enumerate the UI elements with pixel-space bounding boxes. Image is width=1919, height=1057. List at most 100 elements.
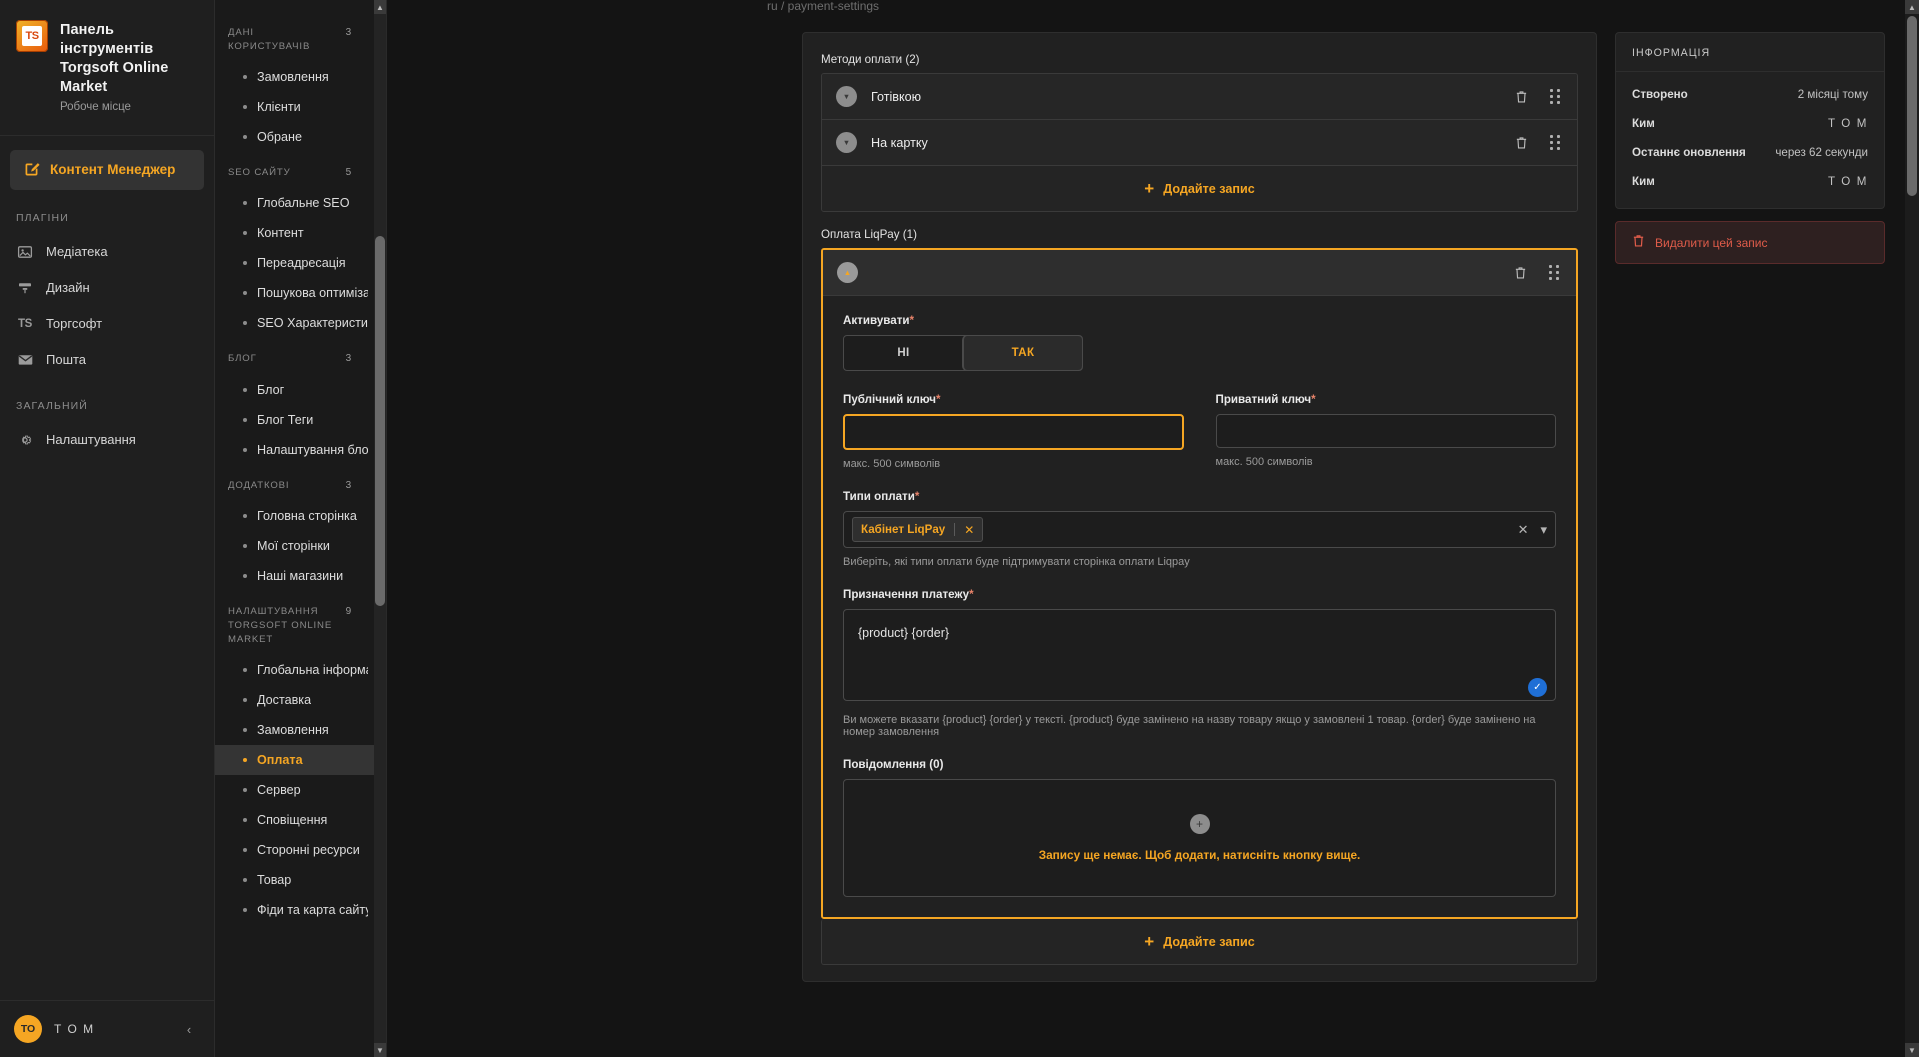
sidebar-item-design[interactable]: Дизайн — [0, 270, 214, 306]
chevron-down-icon[interactable]: ▾ — [1540, 523, 1547, 536]
activate-option-yes[interactable]: ТАК — [963, 336, 1082, 370]
nav-group-blog: БЛОГ 3 — [215, 338, 378, 375]
nav-item-redirects[interactable]: Переадресація — [215, 248, 378, 278]
nav-group-seo: SEO САЙТУ 5 — [215, 152, 378, 189]
clear-selection-icon[interactable]: ✕ — [1518, 523, 1529, 536]
main-scroll-thumb[interactable] — [1907, 16, 1917, 196]
add-liqpay-button[interactable]: + Додайте запис — [822, 919, 1577, 964]
drag-handle-icon[interactable] — [1547, 135, 1563, 151]
sidebar-item-label: Медіатека — [46, 244, 108, 259]
nav-item-third-party[interactable]: Сторонні ресурси — [215, 835, 378, 865]
nav-group-title: НАЛАШТУВАННЯ TORGSOFT ONLINE MARKET — [228, 606, 333, 646]
payment-types-label: Типи оплати* — [843, 490, 1556, 503]
torgsoft-logo-icon: TS — [16, 20, 48, 52]
chevron-down-icon[interactable]: ▼ — [836, 86, 857, 107]
nav-item-blog[interactable]: Блог — [215, 375, 378, 405]
purpose-textarea[interactable]: {product} {order} — [843, 609, 1556, 701]
trash-icon[interactable] — [1513, 135, 1529, 151]
private-key-label-text: Приватний ключ — [1215, 393, 1312, 406]
liqpay-row-header[interactable]: ▲ — [823, 250, 1576, 296]
nav-item-orders-settings[interactable]: Замовлення — [215, 715, 378, 745]
drag-handle-icon[interactable] — [1546, 265, 1562, 281]
nav-group-title: ДАНІ КОРИСТУВАЧІВ — [228, 27, 311, 52]
chip-remove-icon[interactable]: ✕ — [964, 524, 974, 536]
sidebar-item-label: Торгсофт — [46, 316, 103, 331]
bullet-icon — [243, 698, 247, 703]
sidebar-item-media-library[interactable]: Медіатека — [0, 234, 214, 270]
main-scrollbar[interactable]: ▲ ▼ — [1905, 0, 1919, 1057]
scroll-down-arrow-icon[interactable]: ▼ — [1905, 1043, 1919, 1057]
footer-username: T O M — [54, 1022, 95, 1036]
nav-item-global-seo[interactable]: Глобальне SEO — [215, 188, 378, 218]
nav-group-count: 5 — [345, 166, 352, 178]
bullet-icon — [243, 788, 247, 793]
nav-item-label: Оплата — [257, 753, 303, 768]
nav-item-my-pages[interactable]: Мої сторінки — [215, 531, 378, 561]
delete-record-button[interactable]: Видалити цей запис — [1615, 221, 1885, 264]
secondary-nav-scrollbar[interactable]: ▲ ▼ — [374, 0, 386, 1057]
nav-item-our-stores[interactable]: Наші магазини — [215, 561, 378, 591]
payment-methods-card: Методи оплати (2) ▼ Готівкою ▼ На картку… — [802, 32, 1597, 982]
scroll-up-arrow-icon[interactable]: ▲ — [374, 0, 386, 14]
scroll-up-arrow-icon[interactable]: ▲ — [1905, 0, 1919, 14]
avatar[interactable]: ТО — [14, 1015, 42, 1043]
scroll-thumb[interactable] — [375, 236, 385, 606]
nav-item-homepage[interactable]: Головна сторінка — [215, 501, 378, 531]
bullet-icon — [243, 848, 247, 853]
drag-handle-icon[interactable] — [1547, 89, 1563, 105]
add-payment-method-button[interactable]: + Додайте запис — [822, 166, 1577, 211]
nav-item-product[interactable]: Товар — [215, 865, 378, 895]
keys-row: Публічний ключ* макс. 500 символів Прива… — [843, 393, 1556, 470]
sidebar-item-settings[interactable]: Налаштування — [0, 422, 214, 458]
payment-types-select[interactable]: Кабінет LiqPay ✕ ✕ ▾ — [843, 511, 1556, 548]
chevron-down-icon[interactable]: ▼ — [836, 132, 857, 153]
add-payment-method-label: Додайте запис — [1163, 181, 1255, 196]
payment-types-field: Типи оплати* Кабінет LiqPay ✕ ✕ ▾ Вибері… — [843, 490, 1556, 568]
nav-group-tom-settings: НАЛАШТУВАННЯ TORGSOFT ONLINE MARKET 9 — [215, 591, 378, 655]
secondary-nav: ДАНІ КОРИСТУВАЧІВ 3 Замовлення Клієнти О… — [215, 0, 387, 1057]
information-card: ІНФОРМАЦІЯ Створено 2 місяці тому Ким T … — [1615, 32, 1885, 209]
nav-item-content[interactable]: Контент — [215, 218, 378, 248]
sidebar-item-torgsoft[interactable]: TS Торгсофт — [0, 306, 214, 342]
collapse-sidebar-button[interactable]: ‹ — [178, 1018, 200, 1040]
messages-label: Повідомлення (0) — [843, 758, 944, 771]
public-key-input[interactable] — [843, 414, 1184, 450]
nav-item-orders[interactable]: Замовлення — [215, 62, 378, 92]
private-key-input[interactable] — [1215, 414, 1556, 448]
info-value: T O M — [1828, 175, 1868, 188]
nav-item-payment[interactable]: Оплата — [215, 745, 378, 776]
activate-toggle[interactable]: НІ ТАК — [843, 335, 1083, 371]
plus-circle-icon[interactable]: + — [1189, 814, 1210, 834]
trash-icon[interactable] — [1512, 265, 1528, 281]
image-icon — [16, 243, 34, 261]
sidebar-item-content-manager[interactable]: Контент Менеджер — [10, 149, 204, 190]
nav-item-blog-tags[interactable]: Блог Теги — [215, 405, 378, 435]
nav-item-feeds-sitemap[interactable]: Фіди та карта сайту — [215, 895, 378, 925]
payment-types-hint: Виберіть, які типи оплати буде підтримув… — [843, 556, 1190, 568]
chevron-up-icon[interactable]: ▲ — [837, 262, 858, 283]
plus-icon: + — [1144, 932, 1155, 951]
payment-method-row-cash[interactable]: ▼ Готівкою — [822, 74, 1577, 120]
nav-item-blog-settings[interactable]: Налаштування блогу — [215, 435, 378, 465]
public-key-label: Публічний ключ* — [843, 393, 1184, 406]
bullet-icon — [243, 447, 247, 452]
nav-item-server[interactable]: Сервер — [215, 775, 378, 805]
sidebar-item-mail[interactable]: Пошта — [0, 342, 214, 378]
messages-field: Повідомлення (0) + Запису ще немає. Щоб … — [843, 758, 1556, 897]
nav-item-global-info[interactable]: Глобальна інформація — [215, 655, 378, 685]
trash-icon[interactable] — [1513, 89, 1529, 105]
nav-item-notifications[interactable]: Сповіщення — [215, 805, 378, 835]
nav-item-label: Переадресація — [257, 256, 346, 271]
scroll-down-arrow-icon[interactable]: ▼ — [374, 1043, 386, 1057]
nav-item-delivery[interactable]: Доставка — [215, 685, 378, 715]
payment-type-chip[interactable]: Кабінет LiqPay ✕ — [852, 517, 984, 542]
activate-option-no[interactable]: НІ — [844, 336, 963, 370]
nav-item-search-optimization[interactable]: Пошукова оптимізація — [215, 278, 378, 308]
payment-method-row-card[interactable]: ▼ На картку — [822, 120, 1577, 166]
required-marker: * — [909, 314, 915, 327]
app-root: TS Панель інструментів Torgsoft Online M… — [0, 0, 1919, 1057]
purpose-confirm-icon[interactable]: ✓ — [1528, 678, 1547, 697]
nav-item-favorites[interactable]: Обране — [215, 122, 378, 152]
nav-item-clients[interactable]: Клієнти — [215, 92, 378, 122]
nav-item-seo-attributes[interactable]: SEO Характеристик — [215, 308, 378, 338]
